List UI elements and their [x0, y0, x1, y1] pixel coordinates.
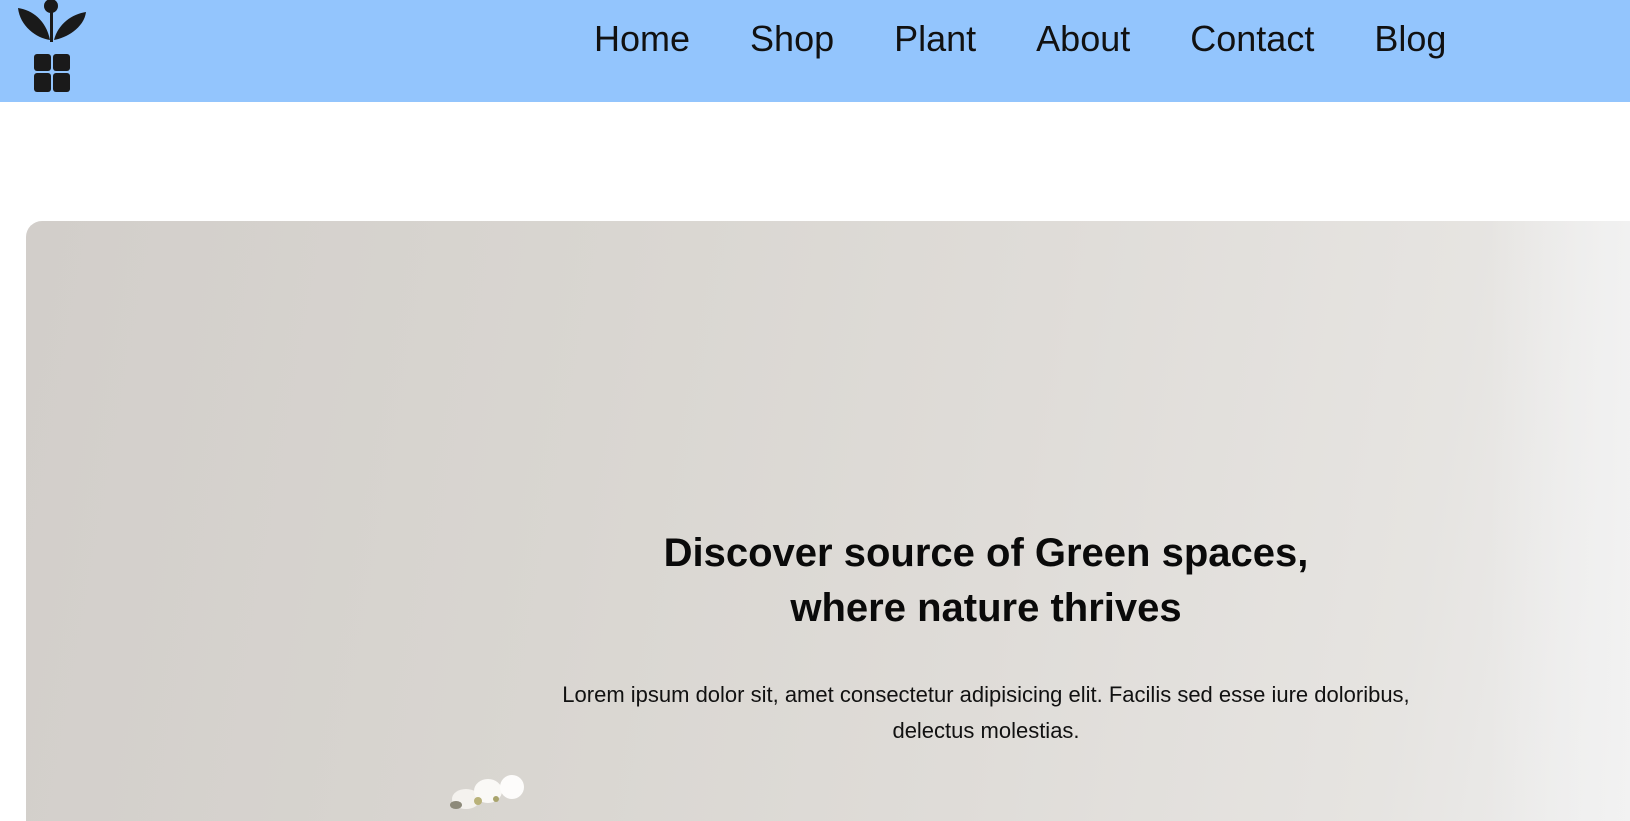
hero-description-line-2: delectus molestias. — [892, 718, 1080, 743]
hero-title: Discover source of Green spaces, where n… — [486, 526, 1486, 636]
hero-light-overlay — [1490, 221, 1630, 821]
nav-shop-link[interactable]: Shop — [750, 14, 834, 64]
main-nav: Home Shop Plant About Contact Blog — [594, 14, 1446, 64]
hero-banner: Discover source of Green spaces, where n… — [26, 221, 1630, 821]
hero-title-line-1: Discover source of Green spaces, — [663, 531, 1309, 575]
potted-plant-logo-icon[interactable] — [14, 0, 90, 96]
flower-image — [450, 775, 524, 809]
nav-blog-link[interactable]: Blog — [1374, 14, 1446, 64]
hero-description: Lorem ipsum dolor sit, amet consectetur … — [496, 677, 1476, 749]
nav-contact-link[interactable]: Contact — [1190, 14, 1314, 64]
site-header: Home Shop Plant About Contact Blog — [0, 0, 1630, 102]
nav-about-link[interactable]: About — [1036, 14, 1130, 64]
hero-description-line-1: Lorem ipsum dolor sit, amet consectetur … — [562, 682, 1410, 707]
nav-plant-link[interactable]: Plant — [894, 14, 976, 64]
hero-title-line-2: where nature thrives — [790, 586, 1182, 630]
nav-home-link[interactable]: Home — [594, 14, 690, 64]
